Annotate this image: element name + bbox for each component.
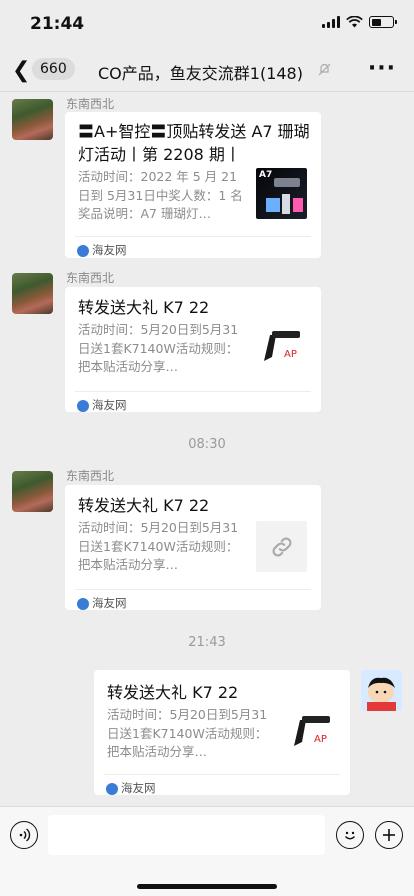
card-title: 〓A+智控〓顶贴转发送 A7 珊瑚灯活动丨第 2208 期丨 <box>78 122 310 164</box>
emoji-icon[interactable] <box>336 821 364 849</box>
source-label: 海友网 <box>92 398 127 412</box>
link-card[interactable]: 转发送大礼 K7 22 活动时间：5月20日到5月31日送1套K7140W活动规… <box>65 287 321 412</box>
back-chevron-icon[interactable]: ❮ <box>12 58 30 83</box>
card-footer: 海友网 <box>75 391 311 412</box>
message-input[interactable] <box>48 815 325 855</box>
more-options-icon[interactable]: ··· <box>368 56 396 81</box>
time-separator: 08:30 <box>188 437 226 452</box>
avatar[interactable] <box>12 99 53 140</box>
message-1: 东南西北 〓A+智控〓顶贴转发送 A7 珊瑚灯活动丨第 2208 期丨 活动时间… <box>0 92 414 262</box>
card-footer: 海友网 <box>75 589 311 610</box>
card-thumbnail: AP <box>286 708 337 759</box>
avatar[interactable] <box>12 273 53 314</box>
svg-text:AP: AP <box>314 734 327 745</box>
card-thumbnail <box>256 521 307 572</box>
card-description: 活动时间：5月20日到5月31日送1套K7140W活动规则：把本贴活动分享… <box>78 322 239 374</box>
message-3: 东南西北 转发送大礼 K7 22 活动时间：5月20日到5月31日送1套K714… <box>0 464 414 614</box>
sender-name: 东南西北 <box>66 271 115 285</box>
link-card[interactable]: 转发送大礼 K7 22 活动时间：5月20日到5月31日送1套K7140W活动规… <box>65 485 321 610</box>
sender-name: 东南西北 <box>66 469 115 483</box>
source-label: 海友网 <box>121 781 156 795</box>
card-description: 活动时间：5月20日到5月31日送1套K7140W活动规则：把本贴活动分享… <box>78 520 239 572</box>
chat-header: ❮ 660 CO产品，鱼友交流群1(148) ··· <box>0 48 414 92</box>
card-thumbnail: A7 <box>256 168 307 219</box>
status-time: 21:44 <box>30 14 85 34</box>
card-description: 活动时间：5月20日到5月31日送1套K7140W活动规则：把本贴活动分享… <box>107 707 268 759</box>
input-bar <box>0 806 414 896</box>
time-separator: 21:43 <box>188 635 226 650</box>
link-icon <box>271 536 292 557</box>
cellular-signal-icon <box>322 16 340 28</box>
card-description: 活动时间：2022 年 5 月 21 日到 5月31日中奖人数：1 名奖品说明：… <box>78 169 243 221</box>
card-title: 转发送大礼 K7 22 <box>78 298 210 317</box>
message-2: 东南西北 转发送大礼 K7 22 活动时间：5月20日到5月31日送1套K714… <box>0 266 414 416</box>
home-indicator <box>137 884 277 889</box>
card-title: 转发送大礼 K7 22 <box>107 683 239 702</box>
avatar[interactable] <box>12 471 53 512</box>
mute-icon <box>318 63 331 76</box>
source-icon <box>106 783 118 795</box>
source-label: 海友网 <box>92 243 127 257</box>
card-title: 转发送大礼 K7 22 <box>78 496 210 515</box>
svg-text:AP: AP <box>284 349 297 360</box>
source-icon <box>77 400 89 412</box>
avatar[interactable] <box>361 670 402 711</box>
card-thumbnail: AP <box>256 323 307 374</box>
card-footer: 海友网 <box>75 236 311 257</box>
status-icons <box>322 16 397 28</box>
status-bar: 21:44 <box>0 0 414 48</box>
voice-input-icon[interactable] <box>10 821 38 849</box>
wifi-icon <box>346 16 363 28</box>
source-icon <box>77 598 89 610</box>
card-footer: 海友网 <box>104 774 340 795</box>
chat-title: CO产品，鱼友交流群1(148) <box>98 64 303 83</box>
plus-icon[interactable] <box>375 821 403 849</box>
source-label: 海友网 <box>92 596 127 610</box>
sender-name: 东南西北 <box>66 97 115 111</box>
unread-count-badge[interactable]: 660 <box>32 58 75 80</box>
message-4: 转发送大礼 K7 22 活动时间：5月20日到5月31日送1套K7140W活动规… <box>0 666 414 798</box>
link-card[interactable]: 转发送大礼 K7 22 活动时间：5月20日到5月31日送1套K7140W活动规… <box>94 670 350 795</box>
source-icon <box>77 245 89 257</box>
link-card[interactable]: 〓A+智控〓顶贴转发送 A7 珊瑚灯活动丨第 2208 期丨 活动时间：2022… <box>65 112 321 258</box>
battery-icon <box>369 16 397 28</box>
